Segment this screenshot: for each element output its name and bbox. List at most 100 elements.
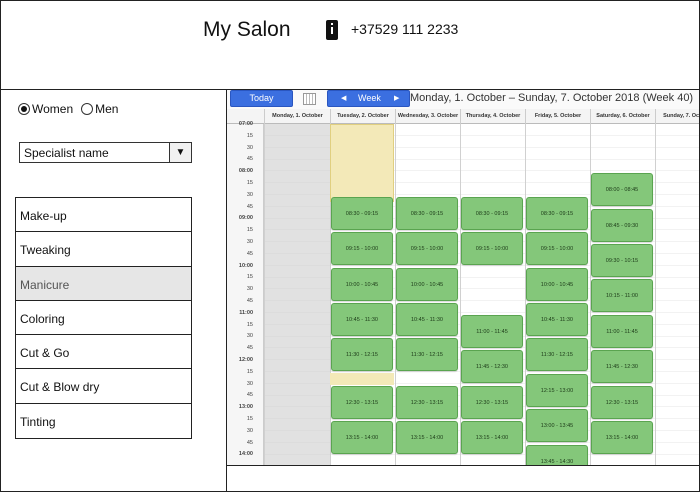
- gender-men-option[interactable]: Men: [81, 102, 118, 116]
- service-item-make-up[interactable]: Make-up: [16, 198, 191, 233]
- service-item-tinting[interactable]: Tinting: [16, 403, 191, 439]
- appointment-slot[interactable]: 12:15 - 13:00: [526, 373, 588, 407]
- service-item-cut-and-go[interactable]: Cut & Go: [16, 335, 191, 370]
- day-header: Friday, 5. October: [525, 109, 590, 124]
- appointment-slot[interactable]: 10:00 - 10:45: [396, 267, 458, 301]
- phone-icon: [326, 20, 338, 40]
- time-label: 45: [246, 439, 253, 446]
- appointment-slot[interactable]: 12:30 - 13:15: [331, 385, 393, 419]
- appointment-slot[interactable]: 08:30 - 09:15: [396, 196, 458, 230]
- appointment-slot[interactable]: 11:45 - 12:30: [591, 350, 653, 384]
- gender-women-option[interactable]: Women: [18, 102, 73, 116]
- appointment-slot[interactable]: 12:30 - 13:15: [591, 385, 653, 419]
- time-label: 45: [246, 203, 253, 210]
- appointment-slot[interactable]: 08:30 - 09:15: [526, 196, 588, 230]
- week-nav: ◀ Week ▶: [327, 90, 410, 107]
- day-column-monday: [264, 124, 330, 465]
- time-label: 15: [246, 274, 253, 281]
- appointment-slot[interactable]: 09:15 - 10:00: [331, 232, 393, 266]
- time-label: 30: [246, 380, 253, 387]
- appointment-slot[interactable]: 10:45 - 11:30: [396, 303, 458, 336]
- dropdown-arrow-icon[interactable]: ▼: [169, 143, 191, 162]
- time-label: 08:00: [238, 168, 253, 175]
- day-header: Thursday, 4. October: [460, 109, 525, 124]
- radio-women-label: Women: [32, 102, 74, 116]
- today-highlight: [330, 124, 394, 202]
- calendar-icon[interactable]: [303, 93, 316, 105]
- time-label: 45: [246, 392, 253, 399]
- radio-men-label: Men: [95, 102, 119, 116]
- today-button[interactable]: Today: [230, 90, 293, 107]
- next-week-icon[interactable]: ▶: [394, 91, 399, 106]
- appointment-slot[interactable]: 09:15 - 10:00: [396, 232, 458, 266]
- appointment-slot[interactable]: 11:30 - 12:15: [526, 338, 588, 372]
- appointment-slot[interactable]: 13:00 - 13:45: [526, 409, 588, 443]
- time-label: 13:00: [238, 404, 253, 411]
- prev-week-icon[interactable]: ◀: [341, 91, 346, 106]
- radio-women[interactable]: [18, 103, 30, 115]
- today-highlight: [330, 373, 394, 385]
- time-label: 45: [246, 345, 253, 352]
- day-header-row: Monday, 1. October Tuesday, 2. October W…: [227, 109, 699, 124]
- time-label: 15: [246, 180, 253, 186]
- service-item-manicure[interactable]: Manicure: [16, 266, 191, 301]
- time-axis: 07:00 15 30 45 08:00 15 30 45 09:00 15 30 45 10:00 15…: [227, 121, 264, 465]
- phone-number: +37529 111 2233: [351, 21, 459, 37]
- appointment-slot[interactable]: 08:45 - 09:30: [591, 208, 653, 242]
- specialist-select[interactable]: Specialist name ▼: [19, 142, 192, 163]
- time-label: 07:00: [238, 121, 253, 127]
- appointment-slot[interactable]: 09:30 - 10:15: [591, 244, 653, 277]
- appointment-slot[interactable]: 10:00 - 10:45: [331, 267, 393, 301]
- appointment-slot[interactable]: 09:15 - 10:00: [526, 232, 588, 266]
- appointment-slot[interactable]: 11:30 - 12:15: [331, 338, 393, 372]
- radio-men[interactable]: [81, 103, 94, 115]
- appointment-slot[interactable]: 11:45 - 12:30: [461, 350, 523, 384]
- specialist-select-value: Specialist name: [24, 146, 109, 160]
- service-item-coloring[interactable]: Coloring: [16, 300, 191, 336]
- day-header: Monday, 1. October: [264, 109, 330, 124]
- appointment-slot[interactable]: 10:15 - 11:00: [591, 279, 653, 313]
- appointment-slot[interactable]: 12:30 - 13:15: [396, 385, 458, 419]
- service-item-tweaking[interactable]: Tweaking: [16, 232, 191, 267]
- calendar-toolbar: Today ◀ Week ▶ Monday, 1. October – Sund…: [227, 90, 699, 109]
- time-label: 45: [246, 298, 253, 304]
- service-item-cut-and-blow-dry[interactable]: Cut & Blow dry: [16, 369, 191, 404]
- appointment-slot[interactable]: 10:45 - 11:30: [331, 303, 393, 336]
- date-range-label: Monday, 1. October – Sunday, 7. October …: [410, 92, 694, 104]
- time-label: 30: [246, 239, 253, 245]
- appointment-slot[interactable]: 08:00 - 08:45: [591, 173, 653, 207]
- time-label: 30: [246, 427, 253, 434]
- appointment-slot[interactable]: 08:30 - 09:15: [331, 196, 393, 230]
- appointment-slot[interactable]: 09:15 - 10:00: [461, 232, 523, 266]
- gender-radio-group: Women Men: [18, 102, 126, 116]
- time-label: 15: [246, 368, 253, 375]
- time-label: 30: [246, 333, 253, 340]
- appointment-slot[interactable]: 13:15 - 14:00: [331, 421, 393, 454]
- time-label: 15: [246, 321, 253, 328]
- page-title: My Salon: [203, 18, 291, 41]
- appointment-slot[interactable]: 13:15 - 14:00: [396, 421, 458, 454]
- appointment-slot[interactable]: 13:15 - 14:00: [461, 421, 523, 454]
- time-label: 09:00: [238, 215, 253, 222]
- time-label: 15: [246, 227, 253, 234]
- appointment-slot[interactable]: 11:00 - 11:45: [591, 314, 653, 348]
- appointment-slot[interactable]: 08:30 - 09:15: [461, 196, 523, 230]
- week-view-label[interactable]: Week: [358, 91, 381, 106]
- appointment-slot[interactable]: 13:45 - 14:30: [526, 444, 588, 465]
- sidebar: Women Men Specialist name ▼ Make-up Twea…: [1, 90, 227, 491]
- appointment-slot[interactable]: 10:00 - 10:45: [526, 267, 588, 301]
- appointment-slot[interactable]: 13:15 - 14:00: [591, 421, 653, 454]
- day-column-sunday: [655, 124, 699, 465]
- appointment-slot[interactable]: 11:00 - 11:45: [461, 314, 523, 348]
- appointment-slot[interactable]: 12:30 - 13:15: [461, 385, 523, 419]
- time-label: 15: [246, 416, 253, 422]
- appointment-slot[interactable]: 10:45 - 11:30: [526, 303, 588, 336]
- time-label: 30: [246, 144, 253, 151]
- day-header: Tuesday, 2. October: [330, 109, 395, 124]
- day-header: Wednesday, 3. October: [395, 109, 460, 124]
- time-label: 10:00: [238, 262, 253, 269]
- appointment-slot[interactable]: 11:30 - 12:15: [396, 338, 458, 372]
- time-label: 12:00: [238, 357, 253, 363]
- calendar-grid: 08:30 - 09:15 09:15 - 10:00 10:00 - 10:45 1…: [264, 124, 699, 465]
- time-label: 15: [246, 132, 253, 139]
